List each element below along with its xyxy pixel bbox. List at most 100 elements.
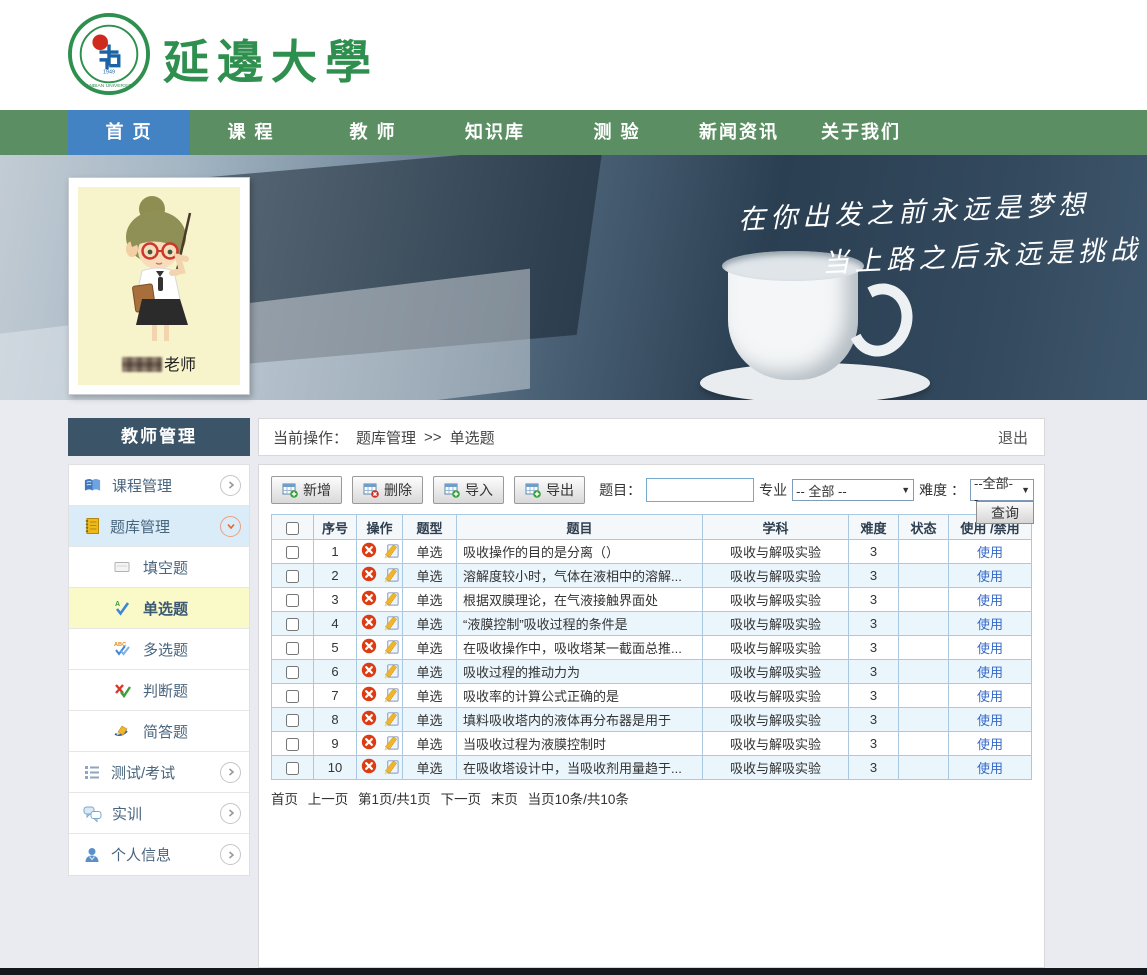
nav-item-teachers[interactable]: 教 师 xyxy=(312,110,434,155)
edit-row-icon[interactable] xyxy=(383,614,400,634)
delete-row-icon[interactable] xyxy=(361,758,377,777)
usage-link[interactable]: 使用 xyxy=(977,689,1003,704)
nav-item-news[interactable]: 新闻资讯 xyxy=(678,110,800,155)
sidebar-item-tests-exams[interactable]: 测试/考试 xyxy=(69,752,249,793)
row-checkbox[interactable] xyxy=(286,690,299,703)
edit-row-icon[interactable] xyxy=(383,662,400,682)
import-button-label: 导入 xyxy=(465,480,493,500)
sidebar-item-practice[interactable]: 实训 xyxy=(69,793,249,834)
usage-link[interactable]: 使用 xyxy=(977,665,1003,680)
pagination-prev[interactable]: 上一页 xyxy=(308,792,349,807)
row-status xyxy=(899,708,949,732)
row-operations xyxy=(357,588,403,612)
sidebar-item-question-bank[interactable]: 题库管理 xyxy=(69,506,249,547)
row-status xyxy=(899,732,949,756)
pagination-next[interactable]: 下一页 xyxy=(441,792,482,807)
major-select[interactable]: -- 全部 -- ▼ xyxy=(792,479,914,501)
table-row: 1 单选 吸收操作的目的是分离（） 吸收与解吸 xyxy=(272,540,1032,564)
pagination-last[interactable]: 末页 xyxy=(491,792,518,807)
breadcrumb: 当前操作： 题库管理 >> 单选题 xyxy=(273,427,998,448)
delete-row-icon[interactable] xyxy=(361,734,377,753)
pagination-first[interactable]: 首页 xyxy=(271,792,298,807)
export-button[interactable]: 导出 xyxy=(514,476,585,504)
delete-row-icon[interactable] xyxy=(361,662,377,681)
row-checkbox[interactable] xyxy=(286,642,299,655)
search-button[interactable]: 查询 xyxy=(976,501,1034,524)
usage-link[interactable]: 使用 xyxy=(977,545,1003,560)
delete-row-icon[interactable] xyxy=(361,566,377,585)
delete-row-icon[interactable] xyxy=(361,710,377,729)
delete-button[interactable]: 删除 xyxy=(352,476,423,504)
edit-row-icon[interactable] xyxy=(383,758,400,778)
import-button[interactable]: 导入 xyxy=(433,476,504,504)
row-checkbox-cell xyxy=(272,612,314,636)
row-subject: 吸收与解吸实验 xyxy=(703,636,849,660)
delete-row-icon[interactable] xyxy=(361,542,377,561)
row-usage-cell: 使用 xyxy=(949,636,1032,660)
header-checkbox-cell xyxy=(272,515,314,540)
row-checkbox[interactable] xyxy=(286,666,299,679)
sidebar-item-label: 填空题 xyxy=(143,557,241,578)
usage-link[interactable]: 使用 xyxy=(977,761,1003,776)
sidebar-item-short-answer[interactable]: 简答题 xyxy=(69,711,249,752)
usage-link[interactable]: 使用 xyxy=(977,641,1003,656)
nav-item-home[interactable]: 首 页 xyxy=(68,110,190,157)
row-checkbox[interactable] xyxy=(286,714,299,727)
usage-link[interactable]: 使用 xyxy=(977,569,1003,584)
edit-row-icon[interactable] xyxy=(383,542,400,562)
row-checkbox[interactable] xyxy=(286,762,299,775)
usage-link[interactable]: 使用 xyxy=(977,593,1003,608)
row-subject: 吸收与解吸实验 xyxy=(703,540,849,564)
header-type: 题型 xyxy=(403,515,457,540)
sidebar-item-personal-info[interactable]: 个人信息 xyxy=(69,834,249,875)
row-checkbox[interactable] xyxy=(286,618,299,631)
teacher-avatar-card: 老师 xyxy=(68,177,250,395)
add-button[interactable]: 新增 xyxy=(271,476,342,504)
sidebar-item-single-choice[interactable]: A 单选题 xyxy=(69,588,249,629)
row-usage-cell: 使用 xyxy=(949,612,1032,636)
row-checkbox[interactable] xyxy=(286,546,299,559)
usage-link[interactable]: 使用 xyxy=(977,617,1003,632)
row-difficulty: 3 xyxy=(849,660,899,684)
usage-link[interactable]: 使用 xyxy=(977,713,1003,728)
delete-row-icon[interactable] xyxy=(361,638,377,657)
top-header: 1949 YANBIAN UNIVERSITY 延邊大學 xyxy=(0,0,1147,110)
edit-row-icon[interactable] xyxy=(383,590,400,610)
usage-link[interactable]: 使用 xyxy=(977,737,1003,752)
edit-row-icon[interactable] xyxy=(383,686,400,706)
sidebar-item-fill-blank[interactable]: 填空题 xyxy=(69,547,249,588)
row-type: 单选 xyxy=(403,612,457,636)
row-checkbox[interactable] xyxy=(286,738,299,751)
sidebar-item-course-mgmt[interactable]: 课程管理 xyxy=(69,465,249,506)
row-operations xyxy=(357,612,403,636)
nav-item-knowledge[interactable]: 知识库 xyxy=(434,110,556,155)
sidebar-item-judgement[interactable]: 判断题 xyxy=(69,670,249,711)
row-type: 单选 xyxy=(403,564,457,588)
row-operations xyxy=(357,756,403,780)
nav-item-tests[interactable]: 测 验 xyxy=(556,110,678,155)
difficulty-select[interactable]: --全部-- ▼ xyxy=(970,479,1034,501)
nav-item-about[interactable]: 关于我们 xyxy=(800,110,922,155)
select-all-checkbox[interactable] xyxy=(286,522,299,535)
row-checkbox[interactable] xyxy=(286,594,299,607)
logout-button[interactable]: 退出 xyxy=(998,427,1028,448)
table-row: 5 单选 在吸收操作中，吸收塔某一截面总推... xyxy=(272,636,1032,660)
edit-row-icon[interactable] xyxy=(383,734,400,754)
delete-row-icon[interactable] xyxy=(361,590,377,609)
title-search-input[interactable] xyxy=(646,478,754,502)
edit-row-icon[interactable] xyxy=(383,638,400,658)
edit-row-icon[interactable] xyxy=(383,566,400,586)
row-checkbox[interactable] xyxy=(286,570,299,583)
list-icon xyxy=(83,763,101,781)
table-row: 7 单选 吸收率的计算公式正确的是 吸收与解吸 xyxy=(272,684,1032,708)
sidebar-item-multi-choice[interactable]: ABC 多选题 xyxy=(69,629,249,670)
breadcrumb-section: 题库管理 xyxy=(356,427,416,448)
major-select-value: -- 全部 -- xyxy=(796,481,847,500)
row-subject: 吸收与解吸实验 xyxy=(703,588,849,612)
delete-button-label: 删除 xyxy=(384,480,412,500)
row-seq: 4 xyxy=(314,612,357,636)
delete-row-icon[interactable] xyxy=(361,686,377,705)
edit-row-icon[interactable] xyxy=(383,710,400,730)
nav-item-courses[interactable]: 课 程 xyxy=(190,110,312,155)
delete-row-icon[interactable] xyxy=(361,614,377,633)
